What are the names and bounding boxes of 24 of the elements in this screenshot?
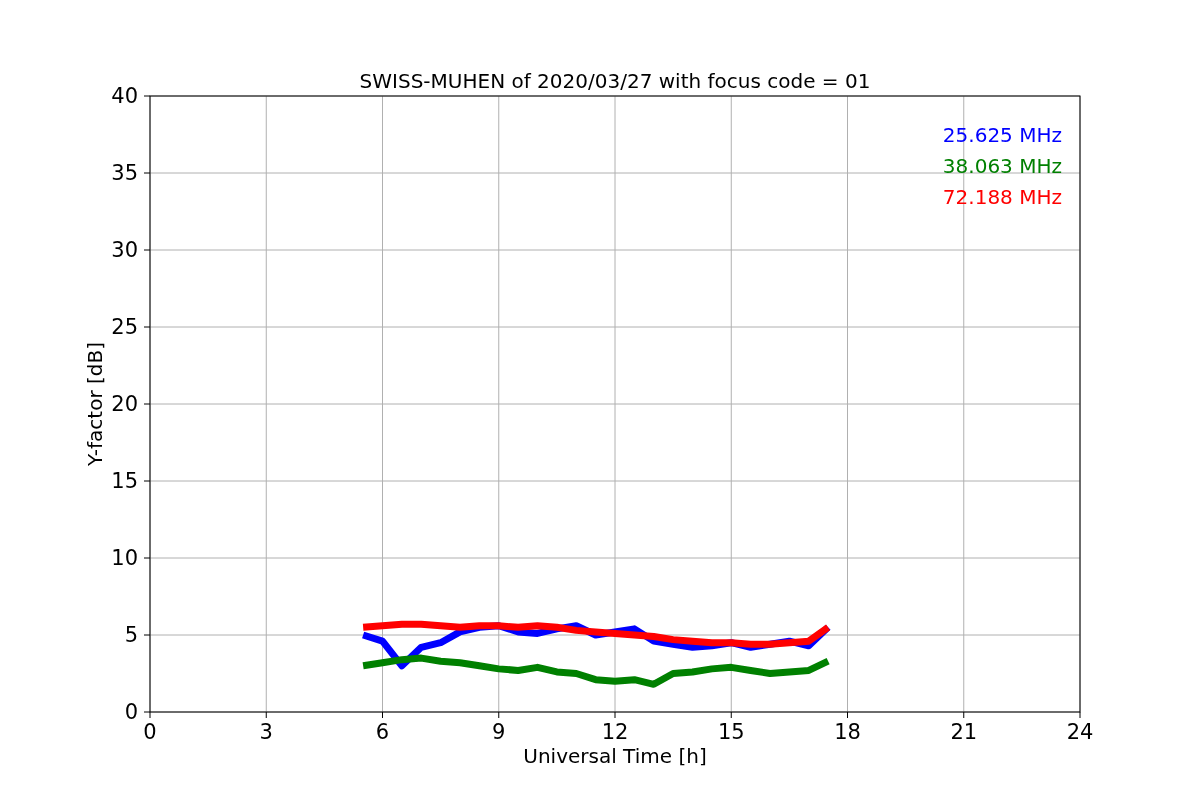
- y-tick-label: 40: [111, 84, 138, 108]
- y-tick-label: 25: [111, 315, 138, 339]
- x-tick-label: 12: [601, 720, 629, 744]
- y-tick-label: 15: [111, 469, 138, 493]
- x-tick-label: 9: [492, 720, 506, 744]
- chart-title: SWISS-MUHEN of 2020/03/27 with focus code = 01: [359, 69, 871, 93]
- x-tick-label: 0: [143, 720, 157, 744]
- x-tick-label: 24: [1066, 720, 1094, 744]
- x-tick-label: 3: [259, 720, 273, 744]
- x-tick-label: 15: [717, 720, 745, 744]
- y-tick-label: 30: [111, 238, 138, 262]
- y-tick-label: 20: [111, 392, 138, 416]
- x-tick-label: 6: [375, 720, 390, 744]
- y-tick-label: 5: [124, 623, 138, 647]
- y-tick-label: 35: [111, 161, 138, 185]
- legend-label: 25.625 MHz: [942, 123, 1062, 147]
- legend-label: 72.188 MHz: [942, 185, 1062, 209]
- y-tick-label: 10: [111, 546, 138, 570]
- x-tick-label: 18: [834, 720, 861, 744]
- y-axis-label: Y-factor [dB]: [83, 342, 107, 466]
- y-tick-label: 0: [124, 700, 138, 724]
- x-axis-label: Universal Time [h]: [523, 744, 707, 768]
- legend-label: 38.063 MHz: [942, 154, 1062, 178]
- x-tick-label: 21: [950, 720, 978, 744]
